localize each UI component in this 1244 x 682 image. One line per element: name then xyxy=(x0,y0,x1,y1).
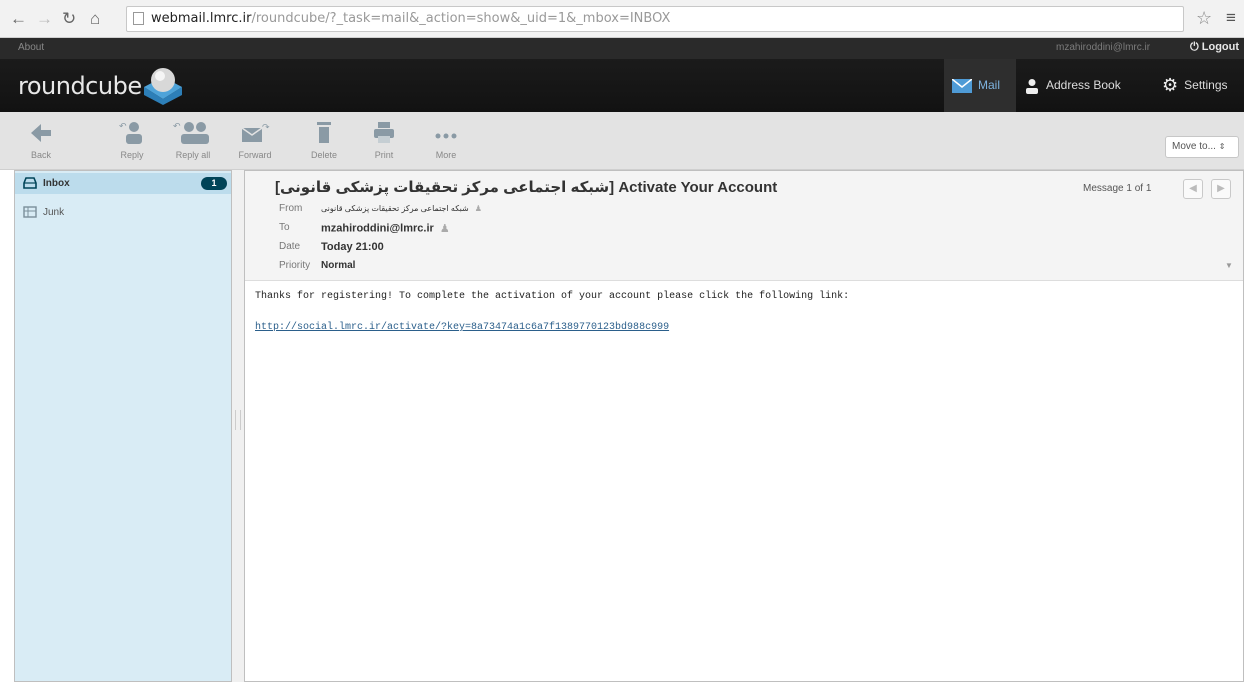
priority-row: Priority Normal xyxy=(279,260,355,271)
tab-settings[interactable]: ⚙ Settings xyxy=(1162,59,1228,112)
reply-all-icon: ↶ xyxy=(173,122,209,144)
move-to-label: Move to... xyxy=(1172,141,1216,152)
address-bar[interactable]: webmail.lmrc.ir/roundcube/?_task=mail&_a… xyxy=(126,6,1184,32)
forward-button[interactable]: ↷ Forward xyxy=(238,120,272,160)
next-message-button[interactable]: ▶ xyxy=(1211,179,1231,199)
tab-address-book[interactable]: Address Book xyxy=(1024,59,1121,112)
junk-icon xyxy=(23,206,37,219)
message-count: Message 1 of 1 xyxy=(1083,183,1152,194)
trash-icon xyxy=(317,122,331,143)
back-arrow-icon xyxy=(31,124,51,142)
logout-button[interactable]: ⏻ Logout xyxy=(1190,41,1239,54)
svg-text:↶: ↶ xyxy=(173,122,181,132)
to-row: To mzahiroddini@lmrc.ir ♟ xyxy=(279,222,450,235)
home-icon[interactable]: ⌂ xyxy=(90,9,100,29)
add-contact-icon[interactable]: ♟ xyxy=(475,204,482,213)
message-body: Thanks for registering! To complete the … xyxy=(255,291,850,302)
tab-settings-label: Settings xyxy=(1184,78,1228,92)
more-button[interactable]: More xyxy=(430,120,462,160)
more-label: More xyxy=(435,150,457,160)
inbox-icon xyxy=(23,177,37,190)
priority-value: Normal xyxy=(321,260,356,271)
tab-mail[interactable]: Mail xyxy=(944,59,1016,112)
from-sender: شبکه اجتماعی مرکز تحقیقات پزشکی قانونی xyxy=(321,204,469,213)
to-recipient: mzahiroddini@lmrc.ir xyxy=(321,222,434,235)
app-header: roundcube Mail Address Book ⚙ Settings xyxy=(0,59,1244,112)
from-value[interactable]: شبکه اجتماعی مرکز تحقیقات پزشکی قانونی ♟ xyxy=(321,204,482,213)
back-label: Back xyxy=(30,150,51,160)
reload-icon[interactable]: ↻ xyxy=(62,9,76,29)
reply-all-label: Reply all xyxy=(175,150,211,160)
browser-toolbar: ← → ↻ ⌂ webmail.lmrc.ir/roundcube/?_task… xyxy=(0,0,1244,38)
chevron-left-icon: ◀ xyxy=(1189,183,1197,194)
unread-count-badge: 1 xyxy=(201,177,227,190)
folder-inbox-label: Inbox xyxy=(43,178,70,189)
logo-text: roundcube xyxy=(18,72,142,100)
delete-button[interactable]: Delete xyxy=(306,120,342,160)
message-subject: [شبکه اجتماعی مرکز تحقیقات پزشکی قانونی]… xyxy=(275,179,778,196)
address-url: webmail.lmrc.ir/roundcube/?_task=mail&_a… xyxy=(151,11,671,26)
add-contact-icon[interactable]: ♟ xyxy=(440,222,450,235)
select-arrows-icon: ⇕ xyxy=(1218,142,1226,151)
activation-link[interactable]: http://social.lmrc.ir/activate/?key=8a73… xyxy=(255,322,669,333)
message-header: [شبکه اجتماعی مرکز تحقیقات پزشکی قانونی]… xyxy=(245,171,1243,281)
username: mzahiroddini@lmrc.ir xyxy=(1056,42,1151,53)
date-row: Date Today 21:00 xyxy=(279,241,384,253)
from-row: From شبکه اجتماعی مرکز تحقیقات پزشکی قان… xyxy=(279,203,482,214)
tab-address-book-label: Address Book xyxy=(1046,78,1121,92)
chevron-right-icon: ▶ xyxy=(1217,183,1225,194)
svg-text:↷: ↷ xyxy=(262,123,270,133)
back-button[interactable]: Back xyxy=(24,120,58,160)
envelope-icon xyxy=(952,78,972,93)
browser-menu-icon[interactable]: ≡ xyxy=(1226,8,1236,28)
previous-message-button[interactable]: ◀ xyxy=(1183,179,1203,199)
reply-label: Reply xyxy=(120,150,144,160)
power-icon: ⏻ xyxy=(1190,41,1199,53)
about-link[interactable]: About xyxy=(18,42,44,53)
page-icon xyxy=(133,12,144,25)
more-dots-icon xyxy=(435,133,457,139)
splitter-grip[interactable] xyxy=(235,410,241,430)
printer-icon xyxy=(374,122,394,143)
person-icon xyxy=(1026,78,1038,94)
svg-text:↶: ↶ xyxy=(119,122,127,132)
message-toolbar: Back ↶ Reply ↶ Reply all ↷ Forward Delet… xyxy=(0,112,1244,170)
expand-headers-icon[interactable]: ▼ xyxy=(1225,261,1233,270)
print-label: Print xyxy=(374,150,394,160)
priority-label: Priority xyxy=(279,260,311,271)
move-to-select[interactable]: Move to... ⇕ xyxy=(1165,136,1239,158)
forward-icon: ↷ xyxy=(241,123,270,142)
print-button[interactable]: Print xyxy=(370,120,398,160)
bookmark-star-icon[interactable]: ☆ xyxy=(1196,8,1212,29)
forward-arrow-icon[interactable]: → xyxy=(36,9,53,29)
logout-label: Logout xyxy=(1201,41,1240,53)
back-arrow-icon[interactable]: ← xyxy=(10,9,27,29)
tab-mail-label: Mail xyxy=(978,78,1001,92)
message-panel: [شبکه اجتماعی مرکز تحقیقات پزشکی قانونی]… xyxy=(244,170,1244,682)
forward-label: Forward xyxy=(238,150,272,160)
folder-junk-label: Junk xyxy=(43,207,65,218)
folder-list: Inbox 1 Junk xyxy=(14,170,232,682)
from-label: From xyxy=(279,203,303,214)
date-value: Today 21:00 xyxy=(321,241,384,253)
reply-button[interactable]: ↶ Reply xyxy=(112,120,152,160)
top-line: About mzahiroddini@lmrc.ir ⏻ Logout xyxy=(0,38,1244,59)
date-label: Date xyxy=(279,241,301,252)
gear-icon: ⚙ xyxy=(1162,75,1179,96)
delete-label: Delete xyxy=(310,150,337,160)
roundcube-logo-icon xyxy=(144,68,182,105)
reply-all-button[interactable]: ↶ Reply all xyxy=(164,120,222,160)
folder-inbox[interactable]: Inbox 1 xyxy=(15,173,231,194)
reply-icon: ↶ xyxy=(119,122,142,144)
panel-splitter[interactable] xyxy=(232,170,244,682)
folder-junk[interactable]: Junk xyxy=(15,202,231,223)
to-label: To xyxy=(279,222,290,233)
to-value[interactable]: mzahiroddini@lmrc.ir ♟ xyxy=(321,222,450,235)
